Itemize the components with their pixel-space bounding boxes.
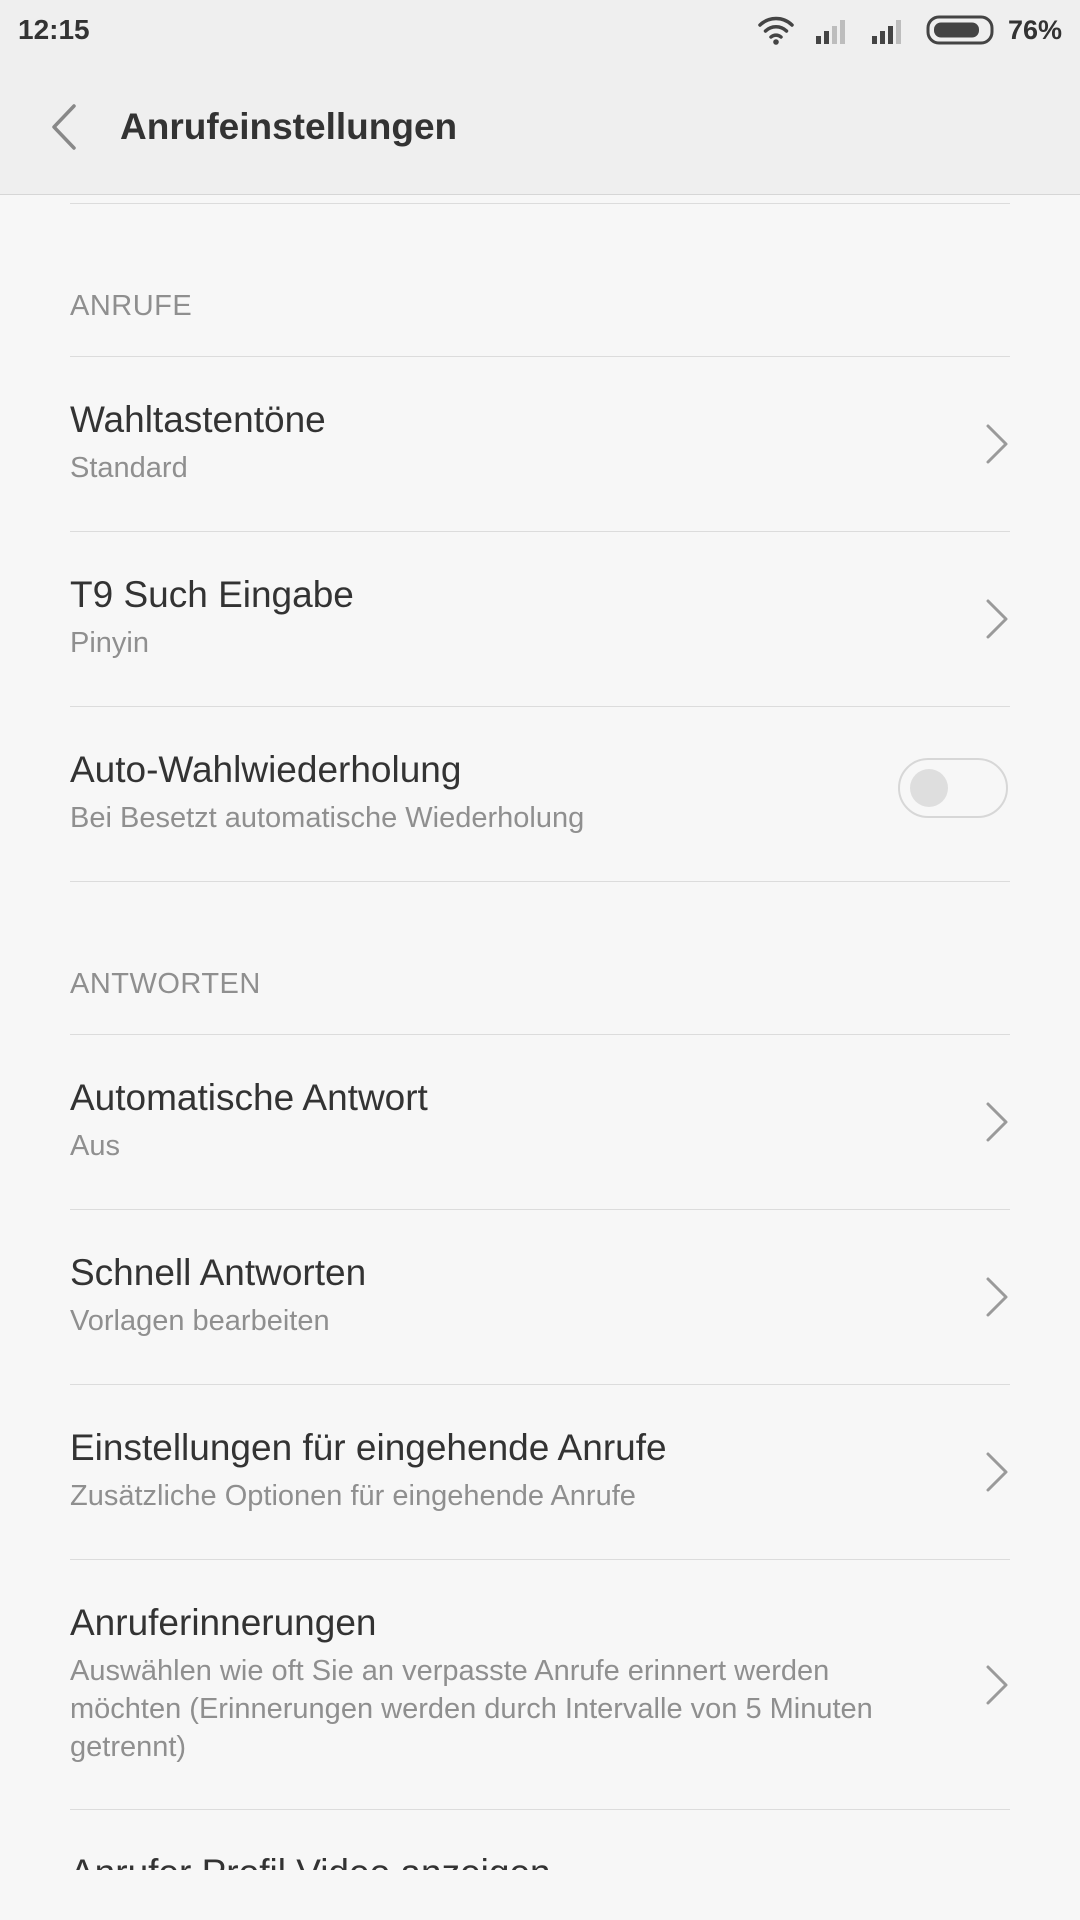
app-bar: Anrufeinstellungen <box>0 60 1080 195</box>
chevron-right-icon <box>986 424 1008 464</box>
back-button[interactable] <box>40 98 90 156</box>
chevron-right-icon <box>986 1277 1008 1317</box>
section-header-antworten: ANTWORTEN <box>70 968 261 1000</box>
settings-item-quick-responses[interactable]: Schnell Antworten Vorlagen bearbeiten <box>0 1210 1080 1384</box>
chevron-right-icon <box>986 1102 1008 1142</box>
settings-item-auto-answer[interactable]: Automatische Antwort Aus <box>0 1035 1080 1209</box>
chevron-right-icon <box>986 1665 1008 1705</box>
settings-item-subtitle: Aus <box>70 1130 120 1162</box>
settings-item-subtitle: Bei Besetzt automatische Wiederholung <box>70 802 585 834</box>
battery-icon <box>926 15 994 45</box>
settings-item-call-reminders[interactable]: Anruferinnerungen Auswählen wie oft Sie … <box>0 1560 1080 1809</box>
settings-item-subtitle: Vorlagen bearbeiten <box>70 1305 330 1337</box>
settings-item-title: Wahltastentöne <box>70 399 326 440</box>
settings-item-title: Automatische Antwort <box>70 1077 428 1118</box>
settings-item-t9-search[interactable]: T9 Such Eingabe Pinyin <box>0 532 1080 706</box>
settings-item-title: Anruferinnerungen <box>70 1602 377 1643</box>
toggle-knob <box>910 769 948 807</box>
settings-item-title: Anrufer Profil Video anzeigen <box>70 1852 551 1870</box>
chevron-right-icon <box>986 1452 1008 1492</box>
settings-item-title: T9 Such Eingabe <box>70 574 354 615</box>
chevron-right-icon <box>986 599 1008 639</box>
settings-item-dial-tones[interactable]: Wahltastentöne Standard <box>0 357 1080 531</box>
section-header-anrufe: ANRUFE <box>70 290 193 322</box>
page-title: Anrufeinstellungen <box>120 106 458 147</box>
settings-item-subtitle: Auswählen wie oft Sie an verpasste Anruf… <box>70 1655 873 1763</box>
settings-item-title: Schnell Antworten <box>70 1252 367 1293</box>
divider <box>70 881 1010 882</box>
battery-percentage: 76% <box>1007 14 1062 45</box>
settings-item-subtitle: Zusätzliche Optionen für eingehende Anru… <box>70 1480 636 1512</box>
status-icons: 76% <box>756 12 1062 48</box>
settings-item-auto-redial[interactable]: Auto-Wahlwiederholung Bei Besetzt automa… <box>0 707 1080 881</box>
signal-icon <box>815 20 845 44</box>
settings-item-incoming-call-settings[interactable]: Einstellungen für eingehende Anrufe Zusä… <box>0 1385 1080 1559</box>
chevron-left-icon <box>52 104 76 150</box>
settings-item-title: Einstellungen für eingehende Anrufe <box>70 1427 667 1468</box>
wifi-icon <box>758 16 794 45</box>
status-time: 12:15 <box>18 14 90 45</box>
status-bar: 12:15 76% <box>0 0 1080 60</box>
settings-item-caller-profile-video[interactable]: Anrufer Profil Video anzeigen <box>0 1810 1080 1870</box>
auto-redial-toggle[interactable] <box>898 758 1008 818</box>
settings-item-subtitle: Pinyin <box>70 627 149 659</box>
signal-icon <box>871 20 901 44</box>
divider <box>70 203 1010 204</box>
settings-item-title: Auto-Wahlwiederholung <box>70 749 462 790</box>
settings-item-subtitle: Standard <box>70 452 188 484</box>
settings-list[interactable]: ANRUFE Wahltastentöne Standard T9 Such E… <box>0 195 1080 1870</box>
